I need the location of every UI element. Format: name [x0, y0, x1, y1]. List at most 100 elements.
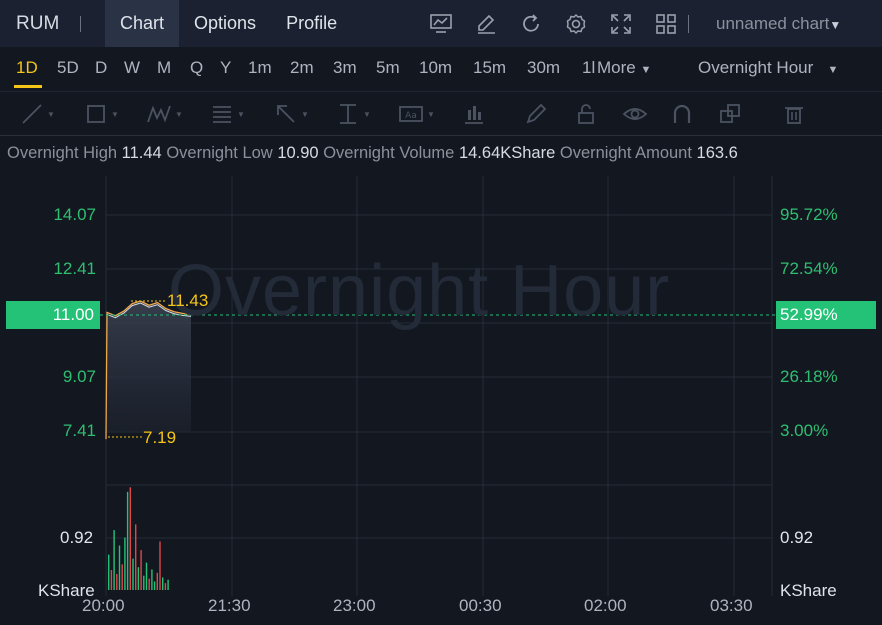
interval-bar: 1D 5D D W M Q Y 1m 2m 3m 5m 10m 15m 30m …	[0, 47, 882, 91]
overnight-high-value: 11.44	[121, 144, 162, 162]
divider	[688, 14, 689, 33]
caret-down-icon: ▼	[640, 64, 652, 76]
volume-bar	[140, 550, 142, 590]
volume-bar	[113, 530, 115, 590]
copy-icon[interactable]	[718, 102, 742, 126]
right-axis-label: 95.72%	[780, 205, 838, 224]
time-axis-label: 21:30	[208, 596, 251, 615]
volume-bar	[148, 578, 150, 590]
interval-15m[interactable]: 15m	[473, 58, 506, 78]
interval-y[interactable]: Y	[220, 58, 231, 78]
volume-bar	[118, 545, 121, 590]
volume-bar	[124, 537, 126, 590]
volume-bar	[108, 554, 110, 590]
brush-icon[interactable]	[524, 102, 548, 126]
lock-icon[interactable]	[574, 102, 598, 126]
volume-unit-right: KShare	[780, 581, 837, 600]
tab-chart[interactable]: Chart	[105, 0, 180, 47]
interval-1d[interactable]: 1D	[16, 58, 38, 78]
arrow-icon[interactable]: ▼	[274, 102, 309, 126]
refresh-icon[interactable]	[508, 13, 553, 34]
more-label: More	[597, 58, 636, 77]
overnight-volume-value: 14.64KShare	[458, 144, 556, 162]
overnight-high-label: Overnight High	[7, 144, 118, 162]
volume-bar	[162, 577, 164, 590]
overnight-amount-value: 163.6	[696, 144, 738, 162]
interval-q[interactable]: Q	[190, 58, 203, 78]
more-intervals-dropdown[interactable]: More ▼	[597, 58, 651, 78]
measure-icon[interactable]: ▼	[336, 102, 371, 126]
text-icon[interactable]: Aa ▼	[398, 102, 435, 126]
magnet-icon[interactable]	[670, 102, 694, 126]
interval-2m[interactable]: 2m	[290, 58, 314, 78]
current-price-tag: 11.00	[6, 301, 100, 329]
interval-1m[interactable]: 1m	[248, 58, 272, 78]
chart-name-label: unnamed chart	[716, 14, 830, 33]
time-axis-label: 23:00	[333, 596, 376, 615]
trash-icon[interactable]	[782, 102, 806, 126]
interval-3m[interactable]: 3m	[333, 58, 357, 78]
right-axis-label: 3.00%	[780, 421, 829, 440]
volume-bar	[135, 524, 137, 590]
volume-bar	[151, 569, 153, 590]
left-axis-label: 12.41	[53, 259, 96, 278]
divider	[80, 15, 81, 32]
draw-icon[interactable]	[463, 14, 508, 34]
left-axis-label: 14.07	[53, 205, 96, 224]
overnight-amount-label: Overnight Amount	[559, 144, 692, 162]
volume-bar	[110, 570, 113, 590]
right-axis-label: 72.54%	[780, 259, 838, 278]
rectangle-icon[interactable]: ▼	[84, 102, 119, 126]
time-axis-label: 02:00	[584, 596, 627, 615]
indicator-icon[interactable]	[418, 13, 463, 34]
layout-icon[interactable]	[643, 13, 688, 35]
interval-5d[interactable]: 5D	[57, 58, 79, 78]
interval-10m[interactable]: 10m	[419, 58, 452, 78]
volume-bar	[121, 564, 123, 590]
tab-profile[interactable]: Profile	[271, 0, 352, 47]
chart-name-select[interactable]: unnamed chart▼	[716, 14, 841, 34]
interval-m[interactable]: M	[157, 58, 171, 78]
interval-1l[interactable]: 1l	[582, 58, 595, 78]
eye-icon[interactable]	[622, 102, 648, 126]
right-axis-label: 26.18%	[780, 367, 838, 386]
svg-text:Aa: Aa	[405, 111, 417, 121]
volume-bar	[164, 583, 167, 590]
volume-bar	[153, 581, 156, 590]
settings-icon[interactable]	[553, 13, 598, 35]
session-label: Overnight Hour	[698, 58, 814, 77]
current-percent-tag: 52.99%	[776, 301, 876, 329]
fullscreen-icon[interactable]	[598, 13, 643, 35]
trend-line-icon[interactable]: ▼	[20, 102, 55, 126]
overnight-info-line: Overnight High 11.44 Overnight Low 10.90…	[7, 144, 882, 163]
pattern-icon[interactable]: ▼	[146, 102, 183, 126]
volume-bar	[126, 491, 129, 590]
interval-w[interactable]: W	[124, 58, 140, 78]
session-watermark: Overnight Hour	[168, 251, 671, 331]
volume-bar	[137, 567, 140, 590]
indicator-bars-icon[interactable]	[462, 102, 486, 126]
interval-30m[interactable]: 30m	[527, 58, 560, 78]
volume-bar	[159, 541, 161, 590]
left-axis-label: 9.07	[62, 367, 96, 386]
grid	[105, 176, 773, 596]
fibonacci-icon[interactable]: ▼	[210, 102, 245, 126]
overnight-low-label: Overnight Low	[166, 144, 273, 162]
volume-bar	[129, 487, 131, 590]
volume-axis-left: 0.92	[60, 528, 94, 547]
tab-options[interactable]: Options	[179, 0, 271, 47]
symbol-label[interactable]: RUM	[0, 13, 80, 35]
time-axis-label: 03:30	[710, 596, 753, 615]
active-interval-indicator	[14, 85, 42, 88]
interval-d[interactable]: D	[95, 58, 107, 78]
time-axis-label: 00:30	[459, 596, 502, 615]
interval-5m[interactable]: 5m	[376, 58, 400, 78]
caret-down-icon: ▼	[827, 64, 839, 76]
session-select[interactable]: Overnight Hour ▼	[698, 58, 838, 78]
volume-bar	[156, 572, 158, 590]
time-axis-label: 20:00	[82, 596, 125, 615]
volume-axis-right: 0.92	[780, 528, 814, 547]
volume-bar	[145, 562, 148, 590]
high-marker-label: 11.43	[167, 291, 209, 310]
overnight-volume-label: Overnight Volume	[323, 144, 455, 162]
